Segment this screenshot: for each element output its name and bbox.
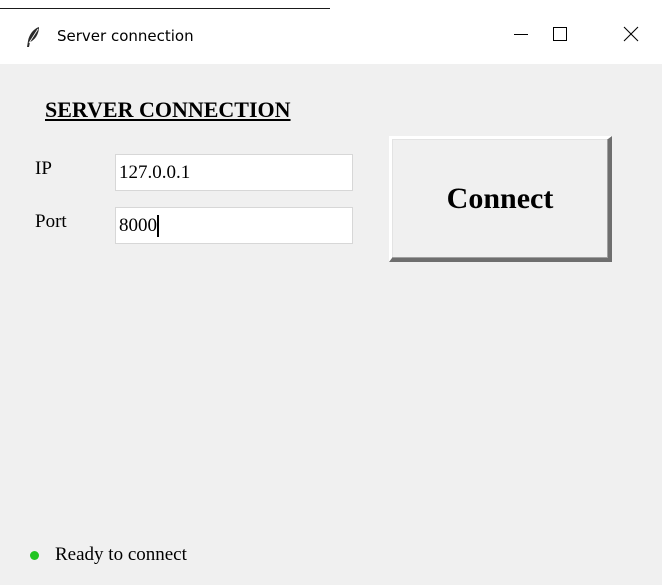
title-bar[interactable]: Server connection bbox=[0, 9, 662, 64]
ip-label: IP bbox=[35, 158, 52, 179]
port-label: Port bbox=[35, 211, 67, 232]
maximize-button[interactable] bbox=[532, 9, 588, 64]
status-text: Ready to connect bbox=[55, 544, 187, 565]
port-input-value: 8000 bbox=[119, 214, 157, 236]
feather-icon bbox=[24, 26, 42, 48]
connect-button[interactable]: Connect bbox=[389, 136, 612, 262]
window-top-edge bbox=[0, 0, 662, 9]
text-caret bbox=[157, 214, 159, 237]
maximize-icon bbox=[552, 26, 568, 47]
ip-input[interactable] bbox=[115, 154, 353, 191]
window-title: Server connection bbox=[57, 27, 194, 45]
port-input[interactable]: 8000 bbox=[115, 207, 353, 244]
client-area: SERVER CONNECTION IP Port 8000 Connect R… bbox=[8, 64, 662, 585]
close-icon bbox=[623, 26, 639, 47]
form-heading: SERVER CONNECTION bbox=[45, 97, 291, 122]
status-indicator-dot bbox=[30, 550, 39, 560]
minimize-icon bbox=[513, 26, 529, 47]
close-button[interactable] bbox=[603, 9, 659, 64]
status-bar: Ready to connect bbox=[30, 544, 187, 566]
app-window: Server connection SERVER CONNECTION IP P… bbox=[0, 0, 662, 585]
